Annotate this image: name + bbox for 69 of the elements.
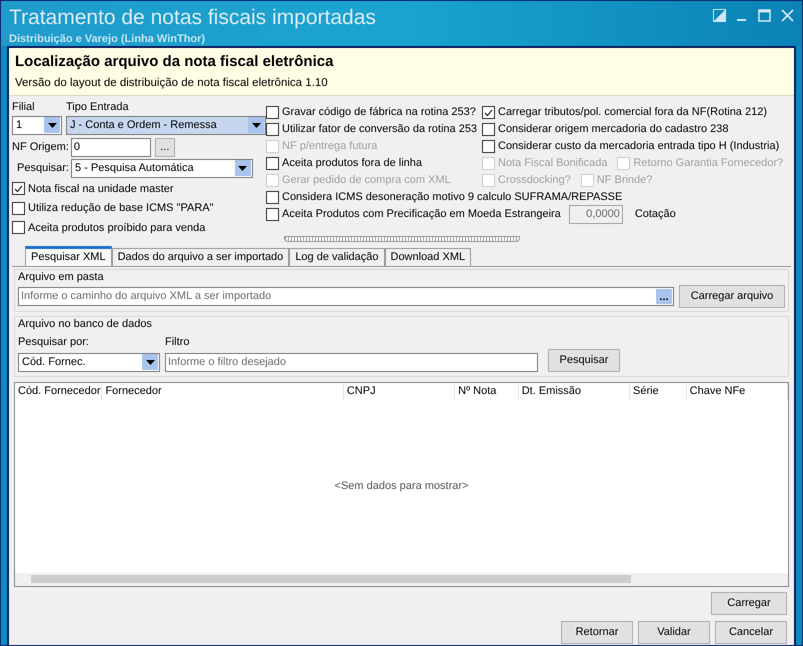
pesquisar-label: Pesquisar: bbox=[17, 160, 70, 176]
checkbox[interactable]: Aceita Produtos com Precificação em Moeda Estrangeira bbox=[266, 206, 561, 223]
column-header[interactable]: CNPJ bbox=[344, 383, 456, 400]
nf-origem-label: NF Origem: bbox=[12, 140, 70, 155]
maximize-icon[interactable] bbox=[758, 9, 771, 22]
filter-field[interactable]: Informe o filtro desejado bbox=[165, 352, 538, 372]
browse-button[interactable]: ... bbox=[656, 289, 672, 304]
column-header[interactable]: Cód. Fornecedor bbox=[15, 383, 102, 400]
search-by-select[interactable]: Cód. Fornec. bbox=[18, 352, 160, 372]
checkbox[interactable]: Considerar origem mercadoria do cadastro 238 bbox=[482, 121, 729, 138]
checkbox-box[interactable] bbox=[12, 182, 25, 196]
column-header[interactable]: Chave NFe bbox=[686, 383, 788, 400]
checkbox-box[interactable] bbox=[12, 202, 25, 215]
checkbox[interactable]: Considerar custo da mercadoria entrada tipo H (Industria) bbox=[482, 138, 780, 155]
checkbox-box[interactable] bbox=[266, 123, 279, 136]
search-by-label: Pesquisar por: bbox=[18, 335, 90, 350]
tab[interactable]: Download XML bbox=[384, 248, 472, 266]
checkbox[interactable]: Utilizar fator de conversão da rotina 253 bbox=[266, 121, 478, 138]
tab[interactable]: Log de validação bbox=[289, 248, 384, 266]
column-header[interactable]: Dt. Emissão bbox=[518, 383, 630, 400]
checkbox[interactable]: Carregar tributos/pol. comercial fora da NF(Rotina 212) bbox=[482, 104, 768, 121]
column-header[interactable]: Nº Nota bbox=[455, 383, 519, 400]
header-subtitle: Versão do layout de distribuição de nota fiscal eletrônica 1.10 bbox=[15, 76, 329, 92]
column-header[interactable]: Fornecedor bbox=[102, 383, 344, 400]
group-title: Arquivo em pasta bbox=[18, 270, 105, 285]
checkbox-box[interactable] bbox=[266, 208, 279, 221]
tab[interactable]: Pesquisar XML bbox=[25, 246, 112, 266]
search-button[interactable]: Pesquisar bbox=[548, 348, 620, 372]
window-title: Tratamento de notas fiscais importadas bbox=[9, 5, 376, 31]
action-button[interactable]: Cancelar bbox=[715, 620, 787, 644]
checkbox-box[interactable] bbox=[266, 106, 279, 119]
tipo-entrada-label: Tipo Entrada bbox=[66, 100, 130, 115]
checkbox-box[interactable] bbox=[266, 157, 279, 170]
checkbox-box[interactable] bbox=[12, 221, 25, 234]
nf-origem-field[interactable]: 0 bbox=[70, 138, 151, 156]
splitter-handle[interactable] bbox=[284, 236, 520, 242]
action-button[interactable]: Retornar bbox=[561, 620, 633, 644]
checkbox-box[interactable] bbox=[482, 140, 495, 153]
empty-message: <Sem dados para mostrar> bbox=[334, 479, 468, 494]
checkbox-box[interactable] bbox=[266, 191, 279, 204]
filial-select[interactable]: 1 bbox=[12, 116, 62, 134]
window-subtitle: Distribuição e Varejo (Linha WinThor) bbox=[9, 32, 206, 47]
checkbox[interactable]: Gravar código de fábrica na rotina 253? bbox=[266, 104, 476, 121]
checkmark-icon bbox=[14, 184, 23, 193]
action-button[interactable]: Validar bbox=[638, 620, 710, 644]
pesquisar-select[interactable]: 5 - Pesquisa Automática bbox=[70, 158, 253, 178]
path-field[interactable]: Informe o caminho do arquivo XML a ser importado ... bbox=[18, 287, 674, 306]
load-button[interactable]: Carregar bbox=[711, 592, 787, 614]
checkmark-icon bbox=[484, 108, 493, 116]
checkbox[interactable]: Aceita produtos fora de linha bbox=[266, 155, 422, 172]
restore-icon[interactable] bbox=[713, 9, 726, 22]
filial-label: Filial bbox=[12, 100, 36, 115]
checkbox[interactable]: Utiliza redução de base ICMS "PARA" bbox=[12, 200, 266, 216]
tab[interactable]: Dados do arquivo a ser importado bbox=[112, 248, 290, 266]
group-title: Arquivo no banco de dados bbox=[18, 317, 153, 332]
filter-label: Filtro bbox=[165, 335, 190, 350]
checkbox-box[interactable] bbox=[482, 106, 495, 119]
checkbox-box[interactable] bbox=[482, 123, 495, 136]
close-icon[interactable] bbox=[781, 9, 794, 22]
checkbox[interactable]: Nota fiscal na unidade master bbox=[12, 180, 266, 197]
browse-button[interactable]: ... bbox=[154, 138, 175, 156]
checkbox[interactable]: Considera ICMS desoneração motivo 9 calculo SUFRAMA/REPASSE bbox=[266, 189, 622, 206]
horizontal-scrollbar[interactable] bbox=[15, 572, 788, 586]
header-title: Localização arquivo da nota fiscal eletrônica bbox=[15, 52, 334, 72]
checkbox[interactable]: Aceita produtos proíbido para venda bbox=[12, 220, 266, 236]
load-file-button[interactable]: Carregar arquivo bbox=[679, 285, 785, 308]
tipo-entrada-select[interactable]: J - Conta e Ordem - Remessa bbox=[66, 116, 266, 134]
quotation-label: Cotação bbox=[634, 207, 676, 222]
column-header[interactable]: Série bbox=[630, 383, 687, 400]
